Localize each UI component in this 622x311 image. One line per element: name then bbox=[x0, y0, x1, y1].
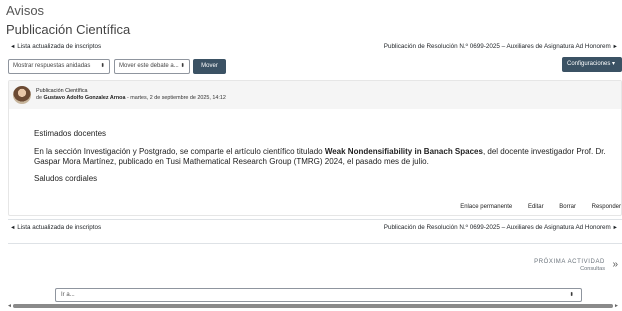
forum-post: Publicación Científica de Gustavo Adolfo… bbox=[8, 80, 622, 216]
scroll-right-arrow-icon[interactable]: ► bbox=[614, 303, 619, 309]
next-discussion-label: Publicación de Resolución N.º 0699-2025 … bbox=[383, 224, 611, 231]
divider bbox=[8, 219, 622, 220]
right-arrow-icon: ► bbox=[612, 44, 618, 50]
settings-button-label: Configuraciones bbox=[567, 61, 611, 67]
next-discussion-label: Publicación de Resolución N.º 0699-2025 … bbox=[383, 43, 611, 50]
jump-to-select[interactable]: Ir a... ⬍ bbox=[55, 288, 582, 302]
article-title: Weak Nondensifiability in Banach Spaces bbox=[324, 147, 483, 156]
move-button[interactable]: Mover bbox=[193, 59, 226, 74]
post-greeting: Estimados docentes bbox=[34, 129, 107, 138]
display-mode-value: Mostrar respuestas anidadas bbox=[13, 63, 91, 69]
scroll-left-arrow-icon[interactable]: ◄ bbox=[7, 303, 12, 309]
right-arrow-icon: ► bbox=[612, 225, 618, 231]
author-avatar[interactable] bbox=[13, 86, 31, 104]
author-name-link[interactable]: Gustavo Adolfo Gonzalez Arnoa bbox=[44, 95, 126, 101]
display-mode-select[interactable]: Mostrar respuestas anidadas ⬍ bbox=[8, 59, 110, 74]
reply-link[interactable]: Responder bbox=[592, 204, 621, 210]
next-discussion-link[interactable]: Publicación de Resolución N.º 0699-2025 … bbox=[384, 224, 618, 231]
select-chevron-icon: ⬍ bbox=[569, 292, 574, 298]
post-header: Publicación Científica de Gustavo Adolfo… bbox=[9, 81, 621, 109]
prev-discussion-link[interactable]: ◄ Lista actualizada de inscriptos bbox=[10, 43, 101, 50]
move-discussion-select[interactable]: Mover este debate a... ⬍ bbox=[114, 59, 190, 74]
post-body: Estimados docentes En la sección Investi… bbox=[34, 129, 619, 184]
prev-discussion-label: Lista actualizada de inscriptos bbox=[17, 224, 102, 231]
post-byline: de Gustavo Adolfo Gonzalez Arnoa - marte… bbox=[36, 95, 226, 101]
byline-prefix: de bbox=[36, 95, 42, 101]
discussion-nav-bottom: ◄ Lista actualizada de inscriptos Public… bbox=[0, 222, 622, 234]
prev-discussion-label: Lista actualizada de inscriptos bbox=[17, 43, 102, 50]
forum-title: Publicación Científica bbox=[6, 22, 131, 37]
post-paragraph: En la sección Investigación y Postgrado,… bbox=[34, 147, 619, 167]
permalink-link[interactable]: Enlace permanente bbox=[460, 204, 512, 210]
next-activity-label: PRÓXIMA ACTIVIDAD bbox=[534, 259, 605, 265]
discussion-nav-top: ◄ Lista actualizada de inscriptos Public… bbox=[0, 41, 622, 53]
divider bbox=[8, 243, 622, 244]
post-subject: Publicación Científica bbox=[36, 88, 88, 94]
edit-link[interactable]: Editar bbox=[528, 204, 544, 210]
prev-discussion-link[interactable]: ◄ Lista actualizada de inscriptos bbox=[10, 224, 101, 231]
scrollbar-thumb[interactable] bbox=[13, 304, 613, 308]
next-activity-name: Consultas bbox=[580, 266, 605, 272]
double-chevron-right-icon[interactable]: » bbox=[612, 259, 618, 270]
select-chevron-icon: ⬍ bbox=[100, 63, 105, 69]
next-activity-link[interactable]: PRÓXIMA ACTIVIDAD Consultas bbox=[534, 259, 605, 272]
move-discussion-value: Mover este debate a... bbox=[119, 63, 179, 69]
body-text-start: En la sección Investigación y Postgrado,… bbox=[34, 147, 325, 156]
post-closing: Saludos cordiales bbox=[34, 174, 98, 183]
post-date: - martes, 2 de septiembre de 2025, 14:12 bbox=[126, 95, 226, 101]
delete-link[interactable]: Borrar bbox=[559, 204, 576, 210]
next-discussion-link[interactable]: Publicación de Resolución N.º 0699-2025 … bbox=[384, 43, 618, 50]
select-chevron-icon: ⬍ bbox=[180, 63, 185, 69]
left-arrow-icon: ◄ bbox=[10, 44, 16, 50]
jump-to-value: Ir a... bbox=[61, 292, 75, 298]
left-arrow-icon: ◄ bbox=[10, 225, 16, 231]
page-title: Avisos bbox=[6, 3, 45, 18]
settings-button[interactable]: Configuraciones ▾ bbox=[562, 57, 622, 72]
post-actions: Enlace permanente Editar Borrar Responde… bbox=[446, 204, 621, 210]
horizontal-scrollbar[interactable]: ◄ ► bbox=[7, 303, 619, 309]
chevron-down-icon: ▾ bbox=[612, 61, 616, 67]
